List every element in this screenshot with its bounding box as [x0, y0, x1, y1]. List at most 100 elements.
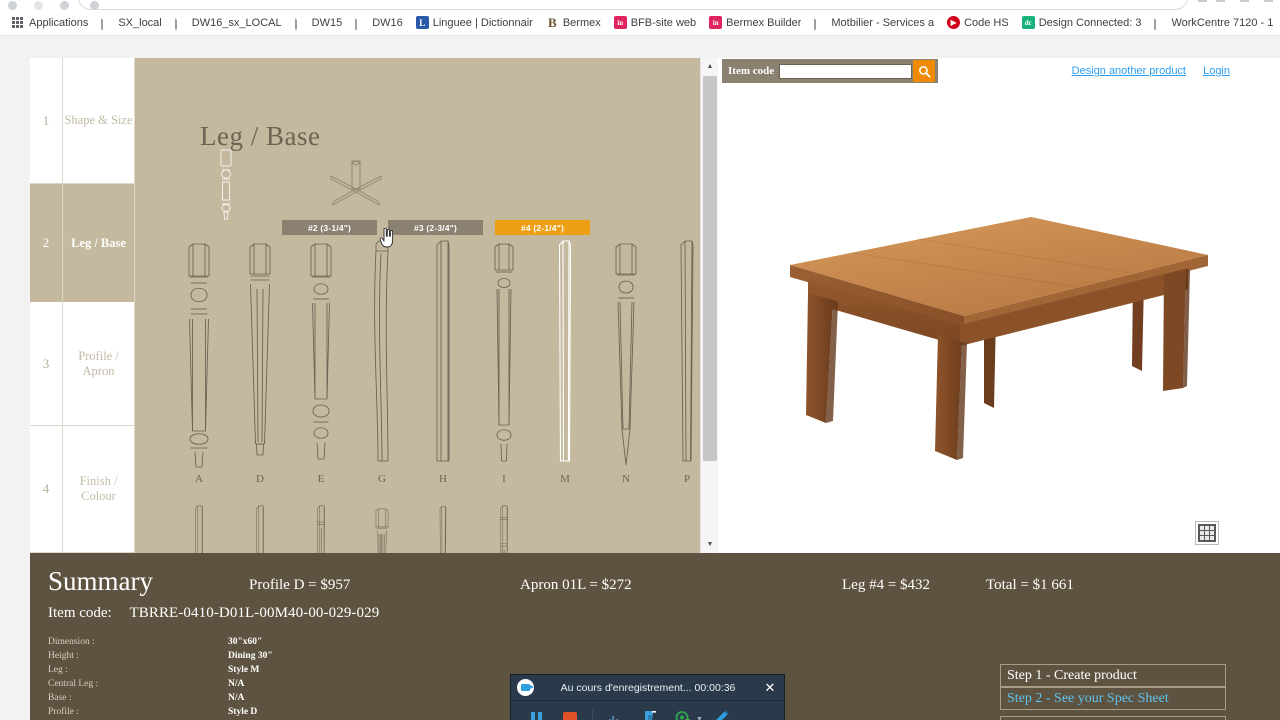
step-3-link-empty[interactable] — [1000, 716, 1226, 720]
address-bar[interactable] — [78, 0, 1188, 10]
webcam-button[interactable] — [666, 705, 700, 720]
leg-option-row2-2[interactable] — [290, 504, 352, 553]
bookmark-dw16[interactable]: DW16 — [349, 14, 409, 32]
leg-illustration-carved-taper — [500, 505, 508, 553]
leg-option-P[interactable]: P — [656, 239, 700, 485]
bookmark-workcentre-7120-1[interactable]: WorkCentre 7120 - 1 — [1148, 14, 1279, 32]
grid-view-toggle-button[interactable] — [1196, 522, 1218, 544]
bookmark-linguee-dictionnair[interactable]: L Linguee | Dictionnair — [410, 14, 539, 32]
size-option-4[interactable]: #4 (2-1/4") — [495, 220, 590, 235]
site-info-icon[interactable] — [90, 1, 99, 10]
reload-button[interactable] — [60, 1, 69, 10]
item-code-search-bar: Item code — [722, 59, 938, 83]
product-3d-render[interactable] — [778, 203, 1218, 473]
stop-button[interactable] — [553, 705, 587, 720]
step-label-leg-base[interactable]: Leg / Base — [63, 184, 135, 302]
leg-option-row2-4[interactable] — [412, 504, 474, 553]
bookmark-bermex[interactable]: B Bermex — [540, 14, 607, 32]
microphone-button[interactable] — [632, 705, 666, 720]
design-another-product-link[interactable]: Design another product — [1072, 65, 1186, 77]
pencil-icon — [715, 710, 729, 720]
bookmark-label: DW15 — [311, 16, 343, 29]
chevron-down-icon[interactable]: ▼ — [696, 716, 703, 720]
leg-illustration-plain-taper — [439, 506, 447, 553]
size-option-2[interactable]: #2 (3-1/4") — [282, 220, 377, 235]
leg-option-I[interactable]: I — [473, 239, 535, 485]
step-1-create-product-link[interactable]: Step 1 - Create product — [1000, 664, 1226, 687]
address-bar-sliver[interactable] — [0, 0, 1280, 10]
webcam-add-icon — [675, 711, 691, 720]
page-content: 1 Shape & Size 2 Leg / Base 3 Profile / … — [0, 36, 1280, 720]
step-2-spec-sheet-link[interactable]: Step 2 - See your Spec Sheet — [1000, 687, 1226, 710]
pause-button[interactable] — [519, 705, 553, 720]
extension-icon[interactable] — [1198, 0, 1207, 2]
browser-chrome: Applications SX_local DW16_sx_LOCAL DW15 DW1… — [0, 0, 1280, 36]
scroll-down-button[interactable]: ▼ — [701, 536, 718, 553]
bookmark-sx-local[interactable]: SX_local — [95, 14, 167, 32]
spec-value: 30"x60" — [228, 637, 263, 647]
leg-option-E[interactable]: E — [290, 239, 352, 485]
step-label-shape-size[interactable]: Shape & Size — [63, 58, 135, 184]
leg-option-label: D — [256, 473, 264, 485]
item-code-input[interactable] — [779, 63, 912, 79]
bookmark-code-hs[interactable]: ▶ Code HS — [941, 14, 1015, 32]
bookmark-label: Motbilier - Services a — [831, 16, 935, 29]
bookmark-dw16-sx-local[interactable]: DW16_sx_LOCAL — [169, 14, 288, 32]
screen-recorder-widget: Au cours d'enregistrement... 00:00:36 ✕ — [510, 674, 785, 720]
leg-option-label: I — [502, 473, 506, 485]
leg-option-label: N — [622, 473, 630, 485]
back-button[interactable] — [8, 1, 17, 10]
step-label-finish-colour[interactable]: Finish / Colour — [63, 426, 135, 553]
leg-option-M[interactable]: M — [534, 239, 596, 485]
leg-option-N[interactable]: N — [595, 239, 657, 485]
summary-item-code-value: TBRRE-0410-D01L-00M40-00-029-029 — [129, 605, 380, 621]
linkedin-icon: in — [709, 16, 723, 29]
bookmark-label: Code HS — [964, 16, 1009, 29]
leg-illustration-fluted-block — [317, 505, 325, 553]
leg-option-A[interactable]: A — [168, 239, 230, 485]
leg-option-H[interactable]: H — [412, 239, 474, 485]
window-close-button[interactable] — [1264, 0, 1273, 2]
spec-key: Height : — [48, 651, 79, 661]
scroll-up-button[interactable]: ▲ — [701, 58, 718, 75]
search-button[interactable] — [913, 60, 935, 82]
spec-row: Central Leg : N/A — [48, 677, 378, 691]
scrollbar-thumb[interactable] — [703, 76, 717, 461]
page-icon — [174, 16, 188, 30]
leg-option-label: H — [439, 473, 447, 485]
bookmark-label: Linguee | Dictionnair — [432, 16, 533, 29]
window-minimize-button[interactable] — [1216, 0, 1225, 2]
forward-button[interactable] — [34, 1, 43, 10]
configurator-scroll-area: 1 Shape & Size 2 Leg / Base 3 Profile / … — [30, 58, 700, 553]
page-icon — [101, 16, 114, 30]
bookmark-dw15[interactable]: DW15 — [289, 14, 349, 32]
bookmark-design-connected-3[interactable]: dc Design Connected: 3 — [1016, 14, 1148, 32]
leg-option-row2-1[interactable] — [229, 504, 291, 553]
draw-button[interactable] — [703, 705, 737, 720]
leg-option-D[interactable]: D — [229, 239, 291, 485]
bookmark-motbilier-services-a[interactable]: Motbilier - Services a — [808, 14, 940, 32]
leg-option-row2-0[interactable] — [168, 504, 230, 553]
size-option-3[interactable]: #3 (2-3/4") — [388, 220, 483, 235]
window-maximize-button[interactable] — [1240, 0, 1249, 2]
step-label-profile-apron[interactable]: Profile / Apron — [63, 302, 135, 426]
leg-illustration-turned-bulb — [188, 243, 210, 468]
audio-level-icon — [605, 714, 625, 720]
configurator-scrollbar[interactable]: ▲ ▼ — [700, 58, 718, 553]
login-link[interactable]: Login — [1203, 65, 1230, 77]
bookmark-label: Design Connected: 3 — [1038, 16, 1142, 29]
leg-option-label: P — [683, 473, 691, 485]
item-code-label: Item code — [728, 65, 775, 77]
leg-illustration-tapered-fluted — [249, 243, 271, 456]
leg-illustration-turned-slim — [494, 243, 514, 462]
leg-option-row2-5[interactable] — [473, 504, 535, 553]
bookmark-label: DW16 — [372, 16, 403, 29]
bookmark-bfb-site-web[interactable]: in BFB-site web — [608, 14, 702, 32]
leg-option-row2-3[interactable] — [351, 504, 413, 553]
spec-key: Leg : — [48, 665, 68, 675]
bookmark-applications[interactable]: Applications — [6, 14, 94, 32]
bookmark-bermex-builder[interactable]: in Bermex Builder — [703, 14, 807, 32]
leg-option-G[interactable]: G — [351, 239, 413, 485]
page-icon — [814, 16, 827, 30]
close-icon[interactable]: ✕ — [762, 680, 778, 696]
